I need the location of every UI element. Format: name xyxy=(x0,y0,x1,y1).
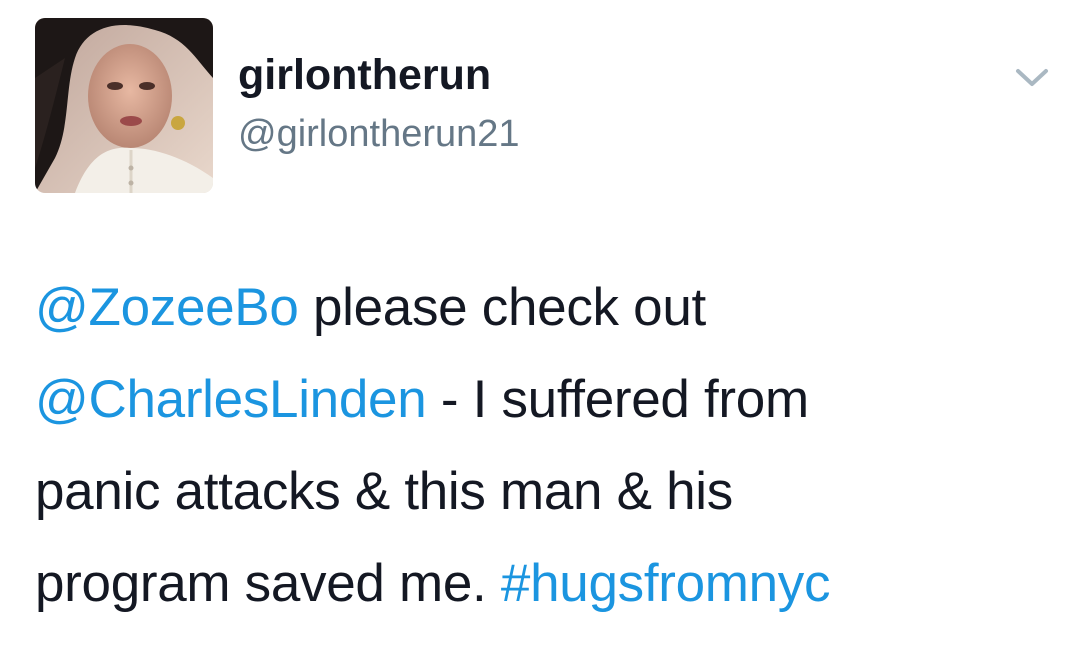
tweet-card: girlontherun @girlontherun21 @ZozeeBo pl… xyxy=(0,0,1080,651)
user-handle[interactable]: @girlontherun21 xyxy=(238,111,520,157)
tweet-text-segment: - I suffered from xyxy=(426,370,809,429)
tweet-text-segment: program saved me. xyxy=(35,554,501,613)
tweet-text-line-1: @ZozeeBo please check out xyxy=(35,262,1055,354)
tweet-text-line-2: @CharlesLinden - I suffered from xyxy=(35,354,1055,446)
tweet-text-segment: please check out xyxy=(298,278,706,337)
tweet-menu-button[interactable] xyxy=(1010,60,1054,94)
hashtag-link[interactable]: #hugsfromnyc xyxy=(501,554,831,613)
tweet-text-line-3: panic attacks & this man & his xyxy=(35,462,733,521)
mention-link-charleslinden[interactable]: @CharlesLinden xyxy=(35,370,427,429)
tweet-text: @ZozeeBo please check out @CharlesLinden… xyxy=(35,262,1055,630)
tweet-text-line-4: program saved me. #hugsfromnyc xyxy=(35,538,1055,630)
chevron-down-icon xyxy=(1016,69,1048,86)
avatar[interactable] xyxy=(35,18,213,193)
profile-photo-icon xyxy=(35,18,213,193)
display-name[interactable]: girlontherun xyxy=(238,49,491,101)
mention-link-zozeebo[interactable]: @ZozeeBo xyxy=(35,278,299,337)
